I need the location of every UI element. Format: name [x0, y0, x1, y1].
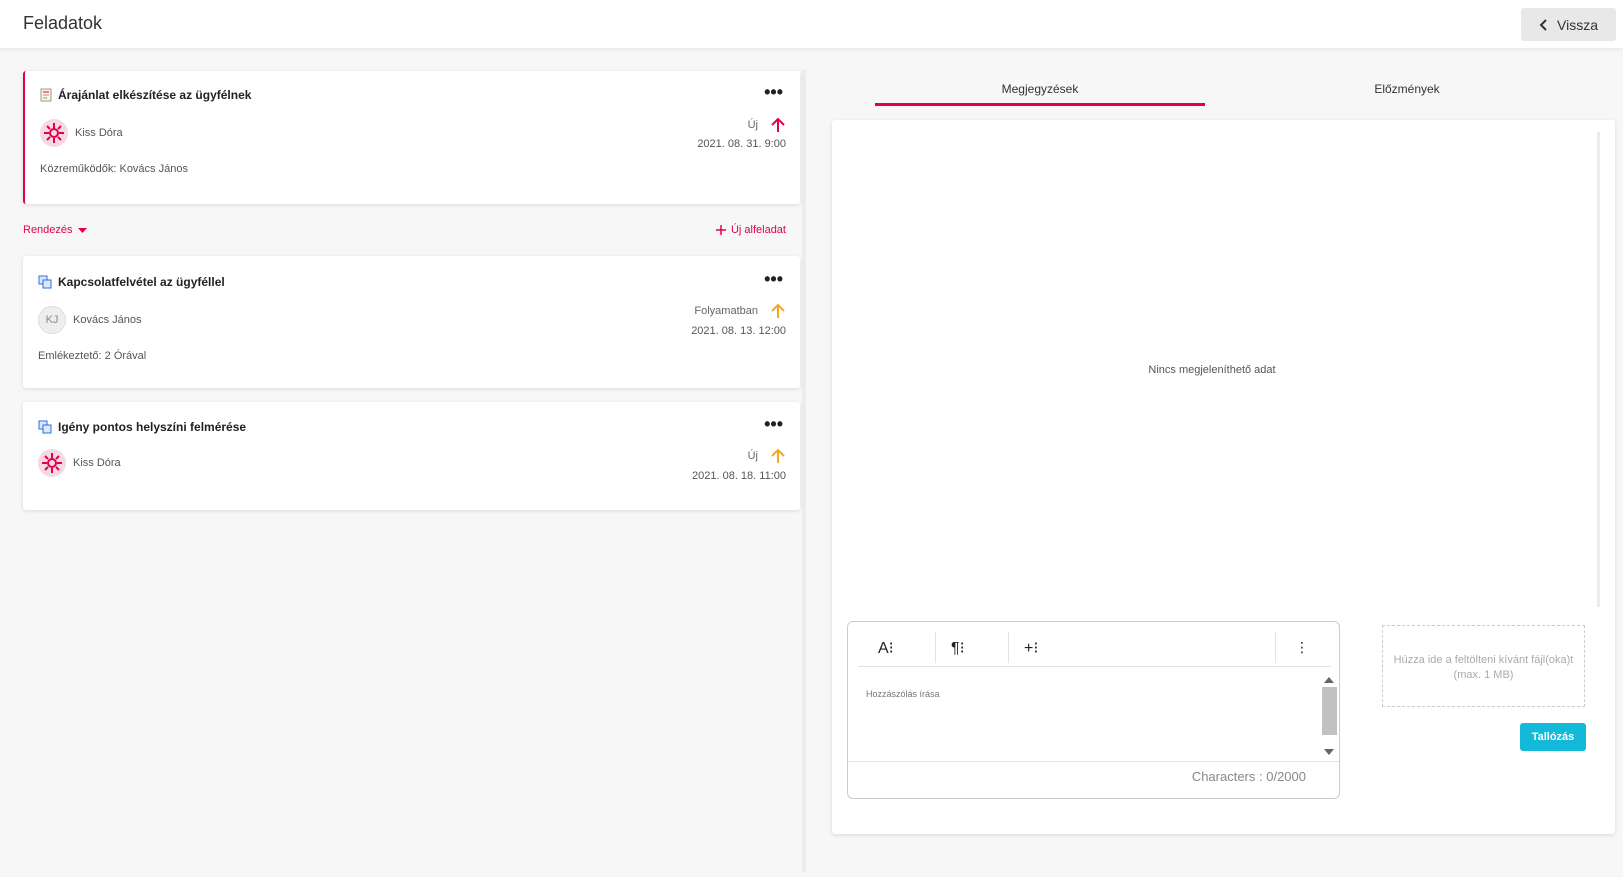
- file-drop-zone[interactable]: Húzza ide a feltölteni kívánt fájl(oka)t…: [1382, 625, 1585, 707]
- priority-medium-arrow-icon: [771, 303, 785, 318]
- toolbar-divider: [935, 632, 936, 663]
- main-task-card[interactable]: Árajánlat elkészítése az ügyfélnek ••• K…: [23, 71, 800, 204]
- panel-divider: [802, 70, 806, 872]
- main-task-title: Árajánlat elkészítése az ügyfélnek: [40, 88, 251, 102]
- priority-high-arrow-icon: [771, 117, 785, 132]
- subtask-assignee: Kiss Dóra: [38, 449, 121, 477]
- status-label: Folyamatban: [694, 305, 758, 317]
- main-task-assignee: Kiss Dóra: [40, 119, 123, 147]
- subtask-icon: [38, 275, 52, 289]
- caret-down-icon: [77, 227, 87, 233]
- more-options-icon[interactable]: •••: [764, 270, 783, 288]
- scroll-down-icon[interactable]: [1324, 749, 1334, 755]
- sort-dropdown[interactable]: Rendezés: [23, 224, 87, 236]
- plus-icon: [715, 225, 726, 235]
- avatar-pattern-icon: [40, 119, 68, 147]
- notes-panel: Nincs megjeleníthető adat A⁝ ¶⁝ +⁝ ⋮ Hoz…: [832, 120, 1615, 834]
- chevron-left-icon: [1539, 18, 1547, 31]
- avatar: [38, 449, 66, 477]
- avatar: KJ: [38, 306, 66, 334]
- scroll-up-icon[interactable]: [1324, 677, 1334, 683]
- tab-history[interactable]: Előzmények: [1242, 78, 1572, 106]
- subtask-title-text: Kapcsolatfelvétel az ügyféllel: [58, 275, 225, 289]
- status-label: Új: [747, 119, 758, 131]
- assignee-name: Kiss Dóra: [75, 127, 123, 139]
- due-date: 2021. 08. 18. 11:00: [692, 470, 786, 482]
- new-subtask-label: Új alfeladat: [730, 224, 786, 236]
- toolbar-divider: [1008, 632, 1009, 663]
- main-task-title-text: Árajánlat elkészítése az ügyfélnek: [58, 88, 252, 102]
- browse-button[interactable]: Tallózás: [1520, 723, 1586, 751]
- document-icon: [40, 88, 52, 102]
- assignee-name: Kiss Dóra: [73, 457, 121, 469]
- new-subtask-button[interactable]: Új alfeladat: [715, 224, 786, 236]
- more-options-icon[interactable]: •••: [764, 415, 783, 433]
- tab-notes[interactable]: Megjegyzések: [875, 78, 1205, 106]
- more-vertical-icon[interactable]: ⋮: [1295, 634, 1309, 661]
- subtask-card[interactable]: Kapcsolatfelvétel az ügyféllel ••• KJ Ko…: [23, 256, 800, 388]
- editor-toolbar: A⁝ ¶⁝ +⁝ ⋮: [858, 628, 1331, 667]
- subtask-title: Kapcsolatfelvétel az ügyféllel: [38, 275, 225, 289]
- avatar: [40, 119, 68, 147]
- avatar-pattern-icon: [38, 449, 66, 477]
- empty-state-text: Nincs megjeleníthető adat: [1148, 364, 1276, 376]
- page-title: Feladatok: [23, 13, 103, 33]
- scroll-thumb[interactable]: [1322, 687, 1337, 735]
- subtask-assignee: KJ Kovács János: [38, 306, 141, 334]
- comment-input[interactable]: Hozzászólás írása: [866, 689, 940, 699]
- notes-scrollbar[interactable]: [1597, 132, 1600, 607]
- subtask-title: Igény pontos helyszíni felmérése: [38, 420, 246, 434]
- due-date: 2021. 08. 31. 9:00: [697, 138, 786, 150]
- drop-zone-limit: (max. 1 MB): [1453, 669, 1514, 681]
- toolbar-divider: [1275, 632, 1276, 663]
- top-bar: Feladatok Vissza: [0, 0, 1623, 48]
- subtask-toolbar: Rendezés Új alfeladat: [23, 224, 800, 240]
- paragraph-format-button[interactable]: ¶⁝: [951, 634, 965, 661]
- contributors: Közreműködők: Kovács János: [40, 163, 188, 175]
- tab-bar: Megjegyzések Előzmények: [875, 78, 1575, 106]
- priority-medium-arrow-icon: [771, 448, 785, 463]
- insert-button[interactable]: +⁝: [1024, 634, 1038, 661]
- subtask-icon: [38, 420, 52, 434]
- assignee-name: Kovács János: [73, 314, 142, 326]
- status-label: Új: [747, 450, 758, 462]
- editor-footer-divider: [848, 761, 1339, 762]
- due-date: 2021. 08. 13. 12:00: [691, 325, 786, 337]
- back-button[interactable]: Vissza: [1521, 8, 1616, 41]
- back-button-label: Vissza: [1557, 16, 1598, 33]
- character-count: Characters : 0/2000: [1191, 769, 1306, 784]
- comment-editor: A⁝ ¶⁝ +⁝ ⋮ Hozzászólás írása Characters …: [847, 621, 1340, 799]
- more-options-icon[interactable]: •••: [764, 83, 783, 101]
- sort-label: Rendezés: [23, 224, 73, 236]
- reminder: Emlékeztető: 2 Órával: [38, 350, 147, 362]
- comment-scrollbar[interactable]: [1321, 671, 1337, 760]
- font-format-button[interactable]: A⁝: [878, 634, 894, 661]
- subtask-title-text: Igény pontos helyszíni felmérése: [58, 420, 247, 434]
- subtask-card[interactable]: Igény pontos helyszíni felmérése ••• Kis…: [23, 402, 800, 510]
- drop-zone-text: Húzza ide a feltölteni kívánt fájl(oka)t: [1393, 654, 1574, 666]
